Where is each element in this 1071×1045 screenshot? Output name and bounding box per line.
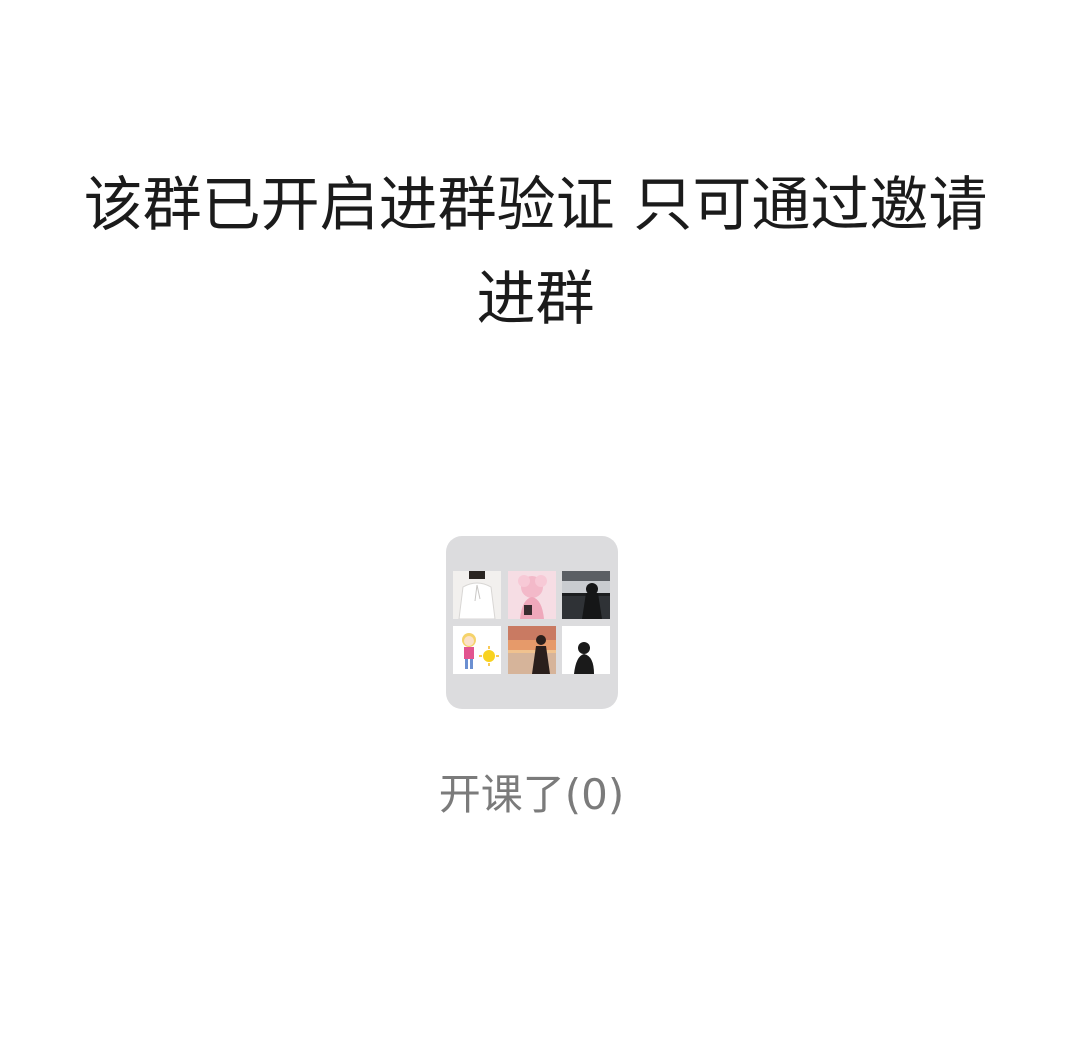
member-avatar-5: [508, 626, 556, 674]
notice-line-1: 该群已开启进群验证 只可通过邀请: [83, 170, 988, 239]
notice-line-2: 进群: [476, 264, 595, 333]
member-avatar-4: [453, 626, 501, 674]
member-avatar-1: [453, 571, 501, 619]
group-avatar: [446, 536, 618, 709]
member-avatar-3: [562, 571, 610, 619]
member-avatar-6: [562, 626, 610, 674]
member-avatar-2: [508, 571, 556, 619]
group-name: 开课了(0): [438, 770, 625, 819]
group-verification-notice: 该群已开启进群验证 只可通过邀请 进群: [40, 158, 1031, 346]
